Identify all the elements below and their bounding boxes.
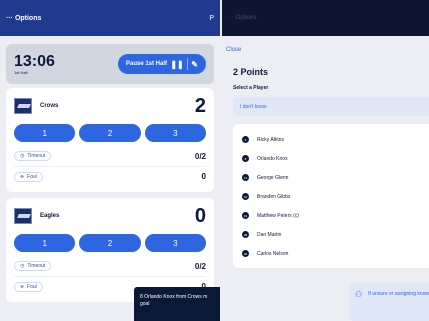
team-score: 0 xyxy=(194,204,206,227)
foul-value: 0 xyxy=(201,172,206,181)
timeout-value: 0/2 xyxy=(194,151,206,161)
team-name: Crows xyxy=(40,103,59,109)
add-3-points-button[interactable]: 3 xyxy=(144,234,206,252)
foul-button[interactable]: ⌯ Foul xyxy=(14,171,43,182)
player-name: Matthew Peters (c) xyxy=(257,212,299,219)
player-name: Branden Gibbs xyxy=(257,193,291,200)
jersey-number-icon: 18 xyxy=(242,193,249,200)
player-name: Dan Martin xyxy=(257,231,282,238)
team-card-crows: Crows 2 1 2 3 ◷ Timeout 0/2 ⌯ Foul 0 xyxy=(6,88,214,192)
player-item[interactable]: 19 Matthew Peters (c) xyxy=(233,206,429,225)
team-score: 2 xyxy=(194,94,206,117)
jersey-number-icon: 12 xyxy=(242,174,249,181)
team-name: Eagles xyxy=(40,213,60,219)
timeout-button[interactable]: ◷ Timeout xyxy=(14,151,52,161)
top-bar: ··· Options P xyxy=(0,0,220,36)
jersey-number-icon: 5 xyxy=(242,136,249,143)
foul-button[interactable]: ⌯ Foul xyxy=(14,281,43,292)
player-list: 5 Ricky Atkins 8 Orlando Knox 12 George Gle… xyxy=(233,124,429,268)
add-1-point-button[interactable]: 1 xyxy=(14,234,76,252)
add-2-points-button[interactable]: 2 xyxy=(79,124,141,142)
timeout-button[interactable]: ◷ Timeout xyxy=(14,261,52,271)
hint-banner: ⚇ If unsure or assigning know. xyxy=(349,283,429,321)
player-name: Orlando Knox xyxy=(257,155,288,162)
clock-icon: ◷ xyxy=(20,153,25,159)
timeout-label: Timeout xyxy=(27,263,46,269)
jersey-number-icon: 8 xyxy=(242,155,249,162)
options-menu[interactable]: ··· Options xyxy=(6,15,41,22)
jersey-number-icon: 30 xyxy=(242,250,249,257)
timeout-label: Timeout xyxy=(27,153,46,159)
pause-label: Pause 1st Half xyxy=(126,61,168,67)
clock-period: 1st Half xyxy=(14,69,28,75)
topbar-right-glyph: P xyxy=(209,14,214,22)
game-clock-card: 13:06 1st Half Pause 1st Half ❚❚ ✎ xyxy=(6,44,214,84)
dialog-title: 2 Points xyxy=(233,67,269,77)
timeout-row: ◷ Timeout 0/2 xyxy=(14,146,206,166)
close-link[interactable]: Close xyxy=(226,47,241,53)
jersey-number-icon: 19 xyxy=(242,212,249,219)
select-player-label: Select a Player xyxy=(233,85,269,91)
team-logo-icon xyxy=(14,98,32,114)
timeout-row: ◷ Timeout 0/2 xyxy=(14,256,206,276)
add-1-point-button[interactable]: 1 xyxy=(14,124,76,142)
player-item[interactable]: 18 Branden Gibbs xyxy=(233,187,429,206)
timeout-value: 0/2 xyxy=(194,261,206,271)
add-2-points-button[interactable]: 2 xyxy=(79,234,141,252)
score-toast: 8 Orlando Knox from Crows m goal xyxy=(134,287,220,321)
info-icon: ⚇ xyxy=(355,290,363,299)
scoreboard-pane: ··· Options P 13:06 1st Half Pause 1st H… xyxy=(0,0,220,321)
pause-half-button[interactable]: Pause 1st Half ❚❚ ✎ xyxy=(118,54,206,74)
whistle-icon: ⌯ xyxy=(20,173,25,180)
clock-icon: ◷ xyxy=(20,263,25,269)
divider xyxy=(187,58,188,70)
foul-label: Foul xyxy=(27,283,37,290)
dont-know-button[interactable]: I don't know xyxy=(233,97,429,116)
player-name: Carlos Nelson xyxy=(257,250,289,257)
top-bar-dimmed: ··· Options xyxy=(222,0,429,36)
foul-label: Foul xyxy=(27,173,37,180)
team-logo-icon xyxy=(14,208,32,224)
player-item[interactable]: 12 George Glenn xyxy=(233,168,429,187)
pencil-icon[interactable]: ✎ xyxy=(191,60,198,69)
whistle-icon: ⌯ xyxy=(20,283,25,290)
foul-row: ⌯Foul 0 xyxy=(14,166,206,186)
pause-icon: ❚❚ xyxy=(170,59,184,69)
player-select-pane: ··· Options Close 2 Points Select a Play… xyxy=(222,0,429,321)
player-item[interactable]: 30 Carlos Nelson xyxy=(233,244,429,263)
player-item[interactable]: 5 Ricky Atkins xyxy=(233,130,429,149)
player-name: Ricky Atkins xyxy=(257,136,284,143)
player-item[interactable]: 28 Dan Martin xyxy=(233,225,429,244)
player-item[interactable]: 8 Orlando Knox xyxy=(233,149,429,168)
jersey-number-icon: 28 xyxy=(242,231,249,238)
player-name: George Glenn xyxy=(257,174,289,181)
hint-text: If unsure or assigning know. xyxy=(368,291,429,297)
add-3-points-button[interactable]: 3 xyxy=(144,124,206,142)
clock-time: 13:06 xyxy=(14,52,55,70)
